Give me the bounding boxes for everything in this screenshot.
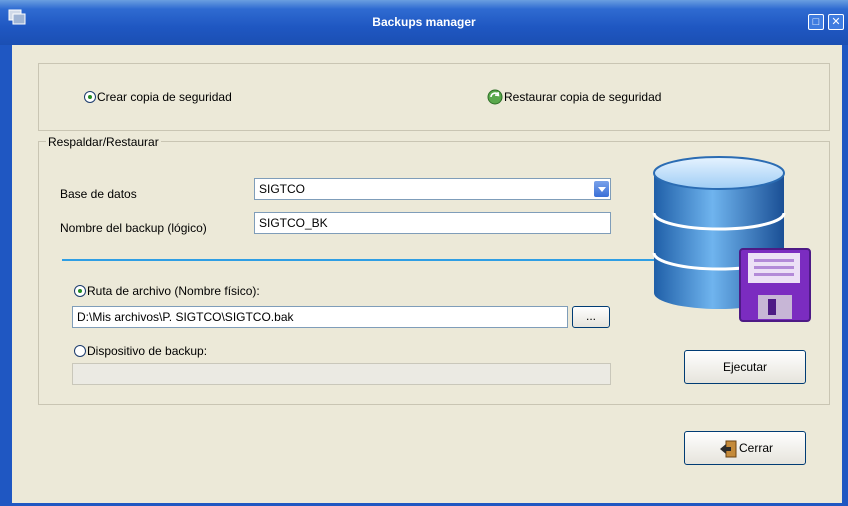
device-select — [72, 363, 611, 385]
browse-label: ... — [585, 309, 596, 323]
close-button[interactable]: Cerrar — [684, 431, 806, 465]
database-select[interactable]: SIGTCO — [254, 178, 611, 200]
restore-backup-label: Restaurar copia de seguridad — [504, 90, 662, 104]
radio-icon[interactable] — [84, 91, 96, 103]
floppy-disk-icon — [739, 248, 811, 322]
database-value: SIGTCO — [259, 182, 306, 196]
title-bar[interactable]: Backups manager □ ✕ — [0, 0, 848, 45]
radio-icon[interactable] — [74, 285, 86, 297]
path-option-label: Ruta de archivo (Nombre físico): — [87, 284, 260, 298]
create-backup-option[interactable]: Crear copia de seguridad — [82, 89, 262, 105]
backups-manager-window: Backups manager □ ✕ Crear copia de segur… — [0, 0, 848, 506]
client-area: Crear copia de seguridad Restaurar copia… — [12, 45, 842, 506]
backup-name-label: Nombre del backup (lógico) — [60, 221, 207, 235]
create-backup-label: Crear copia de seguridad — [97, 90, 232, 104]
database-icon — [652, 156, 811, 322]
restore-backup-option[interactable]: Restaurar copia de seguridad — [487, 89, 707, 107]
path-field[interactable]: D:\Mis archivos\P. SIGTCO\SIGTCO.bak — [72, 306, 568, 328]
window-frame-left — [0, 45, 12, 506]
close-label: Cerrar — [739, 441, 774, 455]
maximize-icon[interactable]: □ — [808, 14, 824, 30]
execute-button[interactable]: Ejecutar — [684, 350, 806, 384]
radio-icon[interactable] — [74, 345, 86, 357]
dropdown-arrow-icon[interactable] — [594, 181, 609, 197]
backup-name-value: SIGTCO_BK — [259, 216, 328, 230]
close-icon[interactable]: ✕ — [828, 14, 844, 30]
device-option[interactable]: Dispositivo de backup: — [72, 343, 272, 359]
restore-icon — [487, 89, 503, 105]
group-title: Respaldar/Restaurar — [46, 135, 161, 149]
path-value: D:\Mis archivos\P. SIGTCO\SIGTCO.bak — [77, 310, 294, 324]
close-door-icon — [720, 440, 737, 458]
execute-label: Ejecutar — [722, 360, 768, 374]
backup-name-field[interactable]: SIGTCO_BK — [254, 212, 611, 234]
window-title: Backups manager — [372, 15, 476, 29]
browse-button[interactable]: ... — [572, 306, 610, 328]
device-option-label: Dispositivo de backup: — [87, 344, 208, 358]
database-label: Base de datos — [60, 187, 137, 201]
section-divider — [62, 259, 654, 261]
window-frame-right — [842, 45, 848, 506]
path-option[interactable]: Ruta de archivo (Nombre físico): — [72, 283, 312, 299]
